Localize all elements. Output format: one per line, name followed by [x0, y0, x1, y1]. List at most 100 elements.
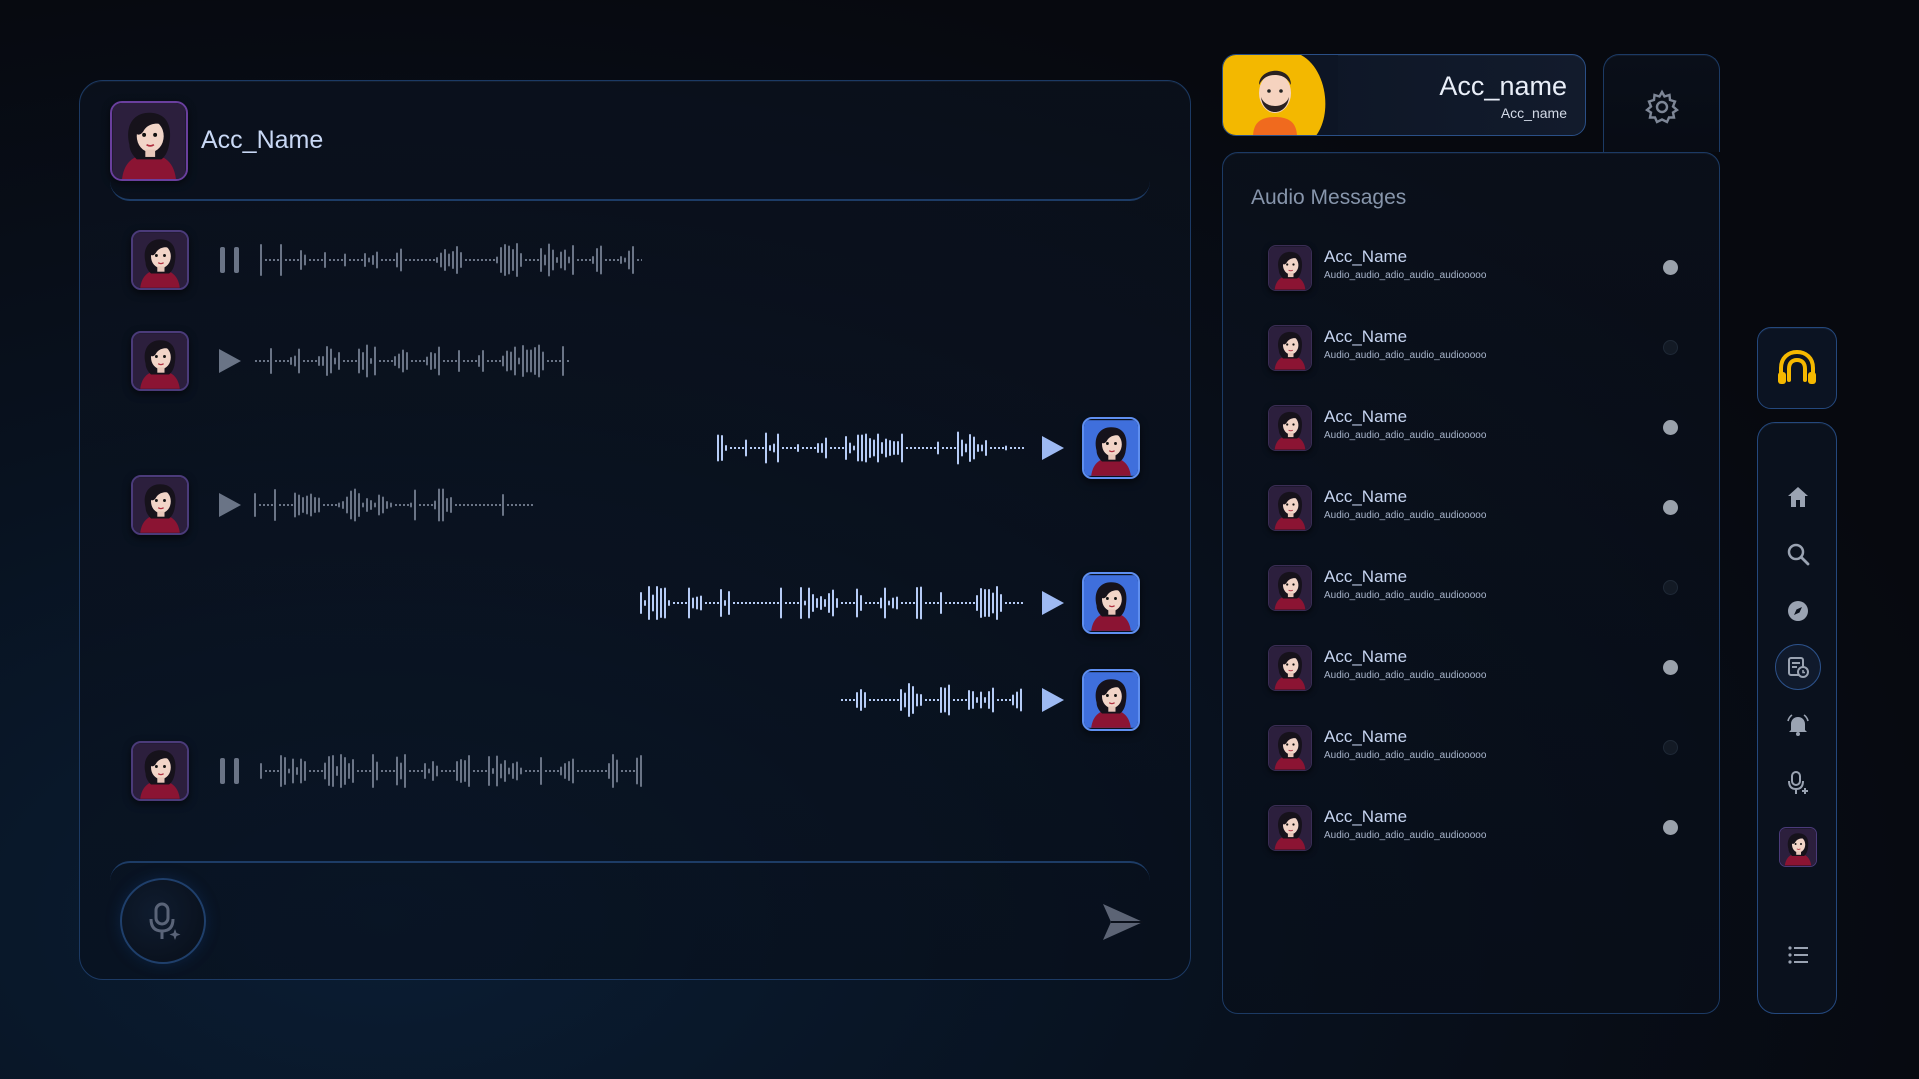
headphones-logo-icon [1778, 349, 1816, 384]
audio-item-subtitle: Audio_audio_adio_audio_audiooooo [1324, 270, 1487, 281]
audio-item-subtitle: Audio_audio_adio_audio_audiooooo [1324, 750, 1487, 761]
audio-list-item[interactable]: Acc_Name Audio_audio_adio_audio_audiooooo [1268, 643, 1688, 693]
pause-button[interactable] [215, 245, 245, 275]
play-button[interactable] [1038, 588, 1068, 618]
avatar [1268, 565, 1312, 611]
audio-item-name: Acc_Name [1324, 567, 1408, 586]
audio-list-item[interactable]: Acc_Name Audio_audio_adio_audio_audiooooo [1268, 403, 1688, 453]
audio-item-subtitle: Audio_audio_adio_audio_audiooooo [1324, 510, 1487, 521]
unread-indicator [1663, 580, 1678, 595]
play-icon [219, 493, 241, 517]
unread-indicator [1663, 500, 1678, 515]
audio-waveform[interactable] [259, 240, 644, 280]
audio-waveform[interactable] [253, 485, 535, 525]
play-icon [1042, 591, 1064, 615]
play-button[interactable] [215, 490, 245, 520]
outgoing-voice-message [716, 417, 1140, 479]
audio-item-subtitle: Audio_audio_adio_audio_audiooooo [1324, 350, 1487, 361]
play-button[interactable] [1038, 433, 1068, 463]
audio-item-subtitle: Audio_audio_adio_audio_audiooooo [1324, 670, 1487, 681]
nav-search[interactable] [1780, 536, 1816, 572]
bell-icon [1787, 714, 1809, 736]
home-icon [1788, 487, 1808, 507]
avatar [1268, 245, 1312, 291]
play-button[interactable] [1038, 685, 1068, 715]
pause-icon [220, 247, 239, 273]
avatar[interactable] [1082, 572, 1140, 634]
nav-add-recording[interactable] [1780, 765, 1816, 801]
avatar[interactable] [131, 475, 189, 535]
incoming-voice-message [131, 331, 573, 391]
audio-waveform[interactable] [839, 680, 1026, 720]
audio-waveform[interactable] [259, 751, 644, 791]
incoming-voice-message [131, 230, 644, 290]
mic-add-icon [1788, 771, 1808, 794]
incoming-voice-message [131, 475, 535, 535]
unread-indicator [1663, 420, 1678, 435]
library-icon [1788, 657, 1809, 678]
audio-list-item[interactable]: Acc_Name Audio_audio_adio_audio_audiooooo [1268, 243, 1688, 293]
avatar[interactable] [131, 331, 189, 391]
composer-bar [110, 861, 1150, 971]
play-icon [1042, 436, 1064, 460]
compass-icon [1788, 601, 1808, 621]
profile-handle: Acc_name [1500, 105, 1567, 121]
nav-menu[interactable] [1780, 937, 1816, 973]
gear-icon[interactable] [1644, 89, 1680, 125]
list-icon [1788, 946, 1808, 964]
audio-item-subtitle: Audio_audio_adio_audio_audiooooo [1324, 830, 1487, 841]
audio-item-name: Acc_Name [1324, 247, 1408, 266]
avatar [1268, 405, 1312, 451]
audio-messages-panel: Audio Messages Acc_Name Audio_audio_adio_… [1222, 152, 1720, 1014]
audio-item-name: Acc_Name [1324, 487, 1408, 506]
avatar[interactable] [1082, 669, 1140, 731]
outgoing-voice-message [639, 572, 1140, 634]
audio-list-item[interactable]: Acc_Name Audio_audio_adio_audio_audiooooo [1268, 323, 1688, 373]
audio-item-name: Acc_Name [1324, 727, 1408, 746]
audio-waveform[interactable] [253, 341, 573, 381]
avatar[interactable] [1779, 827, 1817, 867]
audio-item-subtitle: Audio_audio_adio_audio_audiooooo [1324, 430, 1487, 441]
unread-indicator [1663, 660, 1678, 675]
pause-button[interactable] [215, 756, 245, 786]
nav-notifications[interactable] [1780, 707, 1816, 743]
avatar[interactable] [1082, 417, 1140, 479]
audio-messages-title: Audio Messages [1251, 186, 1407, 209]
chat-contact-avatar[interactable] [110, 101, 188, 181]
send-icon [1103, 904, 1143, 940]
avatar[interactable] [131, 741, 189, 801]
audio-list-item[interactable]: Acc_Name Audio_audio_adio_audio_audiooooo [1268, 723, 1688, 773]
incoming-voice-message [131, 741, 644, 801]
send-button[interactable] [1100, 899, 1146, 945]
unread-indicator [1663, 260, 1678, 275]
unread-indicator [1663, 820, 1678, 835]
avatar [1268, 725, 1312, 771]
nav-home[interactable] [1780, 479, 1816, 515]
play-icon [219, 349, 241, 373]
avatar [1268, 325, 1312, 371]
audio-list-item[interactable]: Acc_Name Audio_audio_adio_audio_audiooooo [1268, 483, 1688, 533]
avatar [1268, 805, 1312, 851]
audio-item-subtitle: Audio_audio_adio_audio_audiooooo [1324, 590, 1487, 601]
nav-explore[interactable] [1780, 593, 1816, 629]
audio-item-name: Acc_Name [1324, 807, 1408, 826]
unread-indicator [1663, 340, 1678, 355]
record-voice-button[interactable] [120, 878, 206, 964]
nav-library[interactable] [1780, 649, 1816, 685]
audio-waveform[interactable] [639, 583, 1026, 623]
search-icon [1787, 543, 1810, 566]
avatar[interactable] [131, 230, 189, 290]
audio-waveform[interactable] [716, 428, 1026, 468]
avatar [1268, 485, 1312, 531]
audio-item-name: Acc_Name [1324, 647, 1408, 666]
app-logo[interactable] [1757, 327, 1837, 409]
chat-panel: Acc_Name [79, 80, 1191, 980]
audio-list-item[interactable]: Acc_Name Audio_audio_adio_audio_audiooooo [1268, 803, 1688, 853]
profile-card[interactable]: Acc_name Acc_name [1222, 54, 1586, 136]
audio-list-item[interactable]: Acc_Name Audio_audio_adio_audio_audiooooo [1268, 563, 1688, 613]
profile-name: Acc_name [1439, 71, 1567, 101]
audio-item-name: Acc_Name [1324, 407, 1408, 426]
avatar [1268, 645, 1312, 691]
play-button[interactable] [215, 346, 245, 376]
side-navigation [1757, 422, 1837, 1014]
